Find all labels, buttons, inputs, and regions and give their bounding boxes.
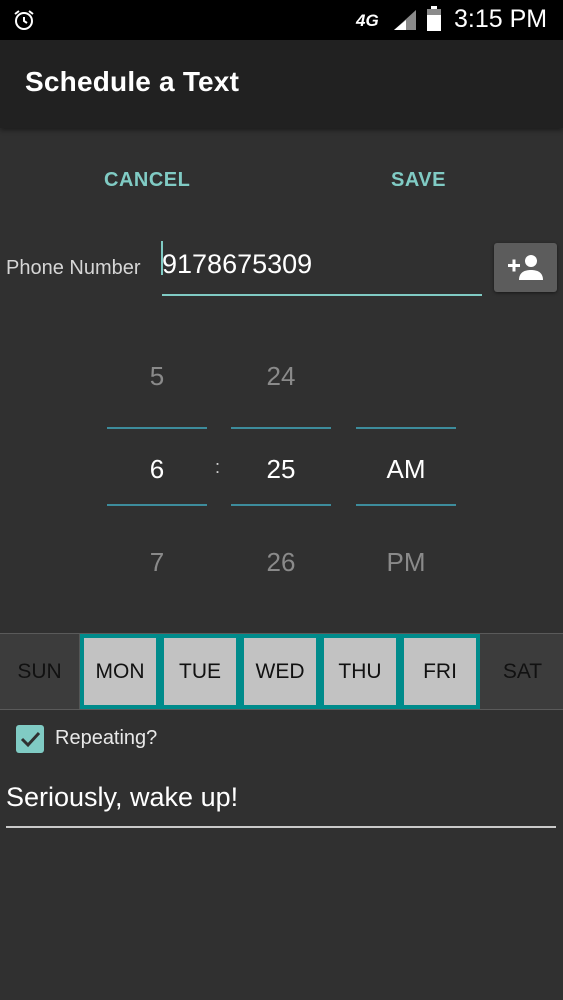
app-toolbar: Schedule a Text (0, 40, 563, 128)
battery-icon (427, 6, 441, 31)
day-label: SAT (502, 660, 543, 683)
hour-divider-top (107, 427, 207, 429)
add-contact-icon (508, 255, 543, 280)
checkmark-icon (20, 731, 41, 748)
period-divider-top (356, 427, 456, 429)
time-separator: : (215, 457, 221, 477)
period-divider-bottom (356, 504, 456, 506)
minute-next[interactable]: 26 (231, 547, 331, 578)
phone-number-label: Phone Number (6, 257, 141, 279)
day-fri[interactable]: FRI (400, 634, 480, 709)
message-input[interactable] (6, 772, 556, 828)
hour-divider-bottom (107, 504, 207, 506)
repeating-checkbox[interactable] (16, 725, 44, 753)
hour-selected[interactable]: 6 (107, 454, 207, 485)
hour-prev[interactable]: 5 (107, 361, 207, 392)
day-label: WED (244, 638, 316, 705)
text-cursor (161, 241, 163, 275)
day-label: SUN (17, 660, 62, 683)
signal-icon (394, 10, 416, 30)
minute-prev[interactable]: 24 (231, 361, 331, 392)
day-label: FRI (404, 638, 476, 705)
period-next[interactable]: PM (356, 547, 456, 578)
minute-divider-bottom (231, 504, 331, 506)
status-bar: 4G 3:15 PM (0, 0, 563, 40)
day-sun[interactable]: SUN (0, 634, 80, 709)
screen: 4G 3:15 PM Schedule a Text CANCEL SAVE P… (0, 0, 563, 1000)
day-thu[interactable]: THU (320, 634, 400, 709)
minute-selected[interactable]: 25 (231, 454, 331, 485)
repeating-label[interactable]: Repeating? (55, 727, 157, 750)
cancel-button[interactable]: CANCEL (104, 169, 190, 192)
alarm-icon (14, 10, 34, 30)
save-button[interactable]: SAVE (391, 169, 446, 192)
hour-next[interactable]: 7 (107, 547, 207, 578)
day-sat[interactable]: SAT (482, 634, 563, 709)
status-clock: 3:15 PM (454, 5, 548, 33)
page-title: Schedule a Text (25, 66, 240, 97)
day-mon[interactable]: MON (80, 634, 160, 709)
period-selected[interactable]: AM (356, 454, 456, 485)
day-wed[interactable]: WED (240, 634, 320, 709)
day-label: THU (324, 638, 396, 705)
day-label: TUE (164, 638, 236, 705)
day-label: MON (84, 638, 156, 705)
add-contact-button[interactable] (494, 243, 557, 292)
day-selector: SUN MON TUE WED THU FRI SAT (0, 633, 563, 710)
network-type: 4G (356, 11, 379, 30)
minute-divider-top (231, 427, 331, 429)
day-tue[interactable]: TUE (160, 634, 240, 709)
phone-number-input[interactable] (162, 238, 482, 296)
